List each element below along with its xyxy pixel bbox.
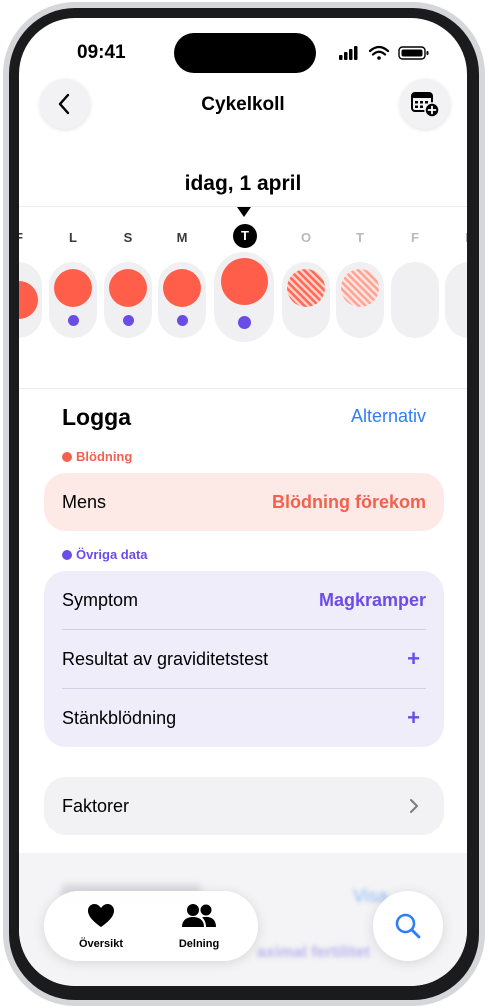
spotting-label: Stänkblödning — [62, 707, 177, 728]
day-letter: S — [123, 230, 133, 245]
day-cell[interactable] — [49, 262, 97, 338]
symptom-dot — [177, 315, 188, 326]
mens-label: Mens — [62, 491, 107, 512]
factors-row[interactable]: Faktorer — [62, 777, 426, 835]
divider — [19, 388, 467, 389]
search-button[interactable] — [373, 891, 443, 961]
period-dot — [163, 269, 201, 307]
day-letter: F — [411, 230, 419, 245]
today-indicator-icon — [237, 207, 251, 217]
factors-card[interactable]: Faktorer — [44, 777, 444, 835]
add-icon: + — [407, 705, 420, 730]
people-icon — [182, 904, 216, 927]
symptom-dot — [238, 316, 251, 329]
search-icon — [395, 913, 421, 939]
day-cell[interactable] — [282, 262, 330, 338]
period-dot — [221, 258, 268, 305]
mens-value: Blödning förekom — [272, 491, 426, 512]
day-cell[interactable] — [391, 262, 439, 338]
symptom-label: Symptom — [62, 590, 139, 610]
bleeding-category: Blödning — [62, 449, 132, 464]
tab-sharing[interactable]: Delning — [164, 903, 234, 950]
day-cell[interactable] — [336, 262, 384, 338]
day-letter: M — [176, 230, 188, 245]
other-data-dot — [62, 549, 72, 560]
pregnancy-test-row[interactable]: Resultat av graviditetstest + — [62, 630, 426, 688]
day-cell[interactable] — [19, 262, 42, 338]
screen: 09:41 Cykelkoll idag, 1 april L S M T O … — [19, 18, 467, 986]
symptom-value: Magkramper — [318, 590, 426, 610]
bleeding-dot — [62, 451, 72, 462]
wifi-icon — [368, 45, 390, 60]
status-icons — [339, 45, 429, 60]
log-title: Logga — [62, 404, 131, 430]
status-time: 09:41 — [77, 42, 126, 63]
calendar-button[interactable] — [400, 79, 450, 129]
mens-row[interactable]: Mens Blödning förekom — [62, 473, 426, 531]
factors-label: Faktorer — [62, 795, 130, 816]
bleeding-card[interactable]: Mens Blödning förekom — [44, 473, 444, 531]
chevron-right-icon — [410, 799, 418, 813]
tab-bar: Översikt Delning — [44, 891, 258, 961]
heart-icon — [88, 904, 114, 927]
options-link[interactable]: Alternativ — [351, 406, 426, 427]
predicted-period-dot — [287, 269, 325, 307]
day-cell-today[interactable] — [214, 252, 274, 342]
symptom-dot — [123, 315, 134, 326]
bleeding-category-label: Blödning — [76, 449, 133, 464]
other-data-category-label: Övriga data — [76, 547, 148, 562]
day-cell[interactable] — [104, 262, 152, 338]
period-dot — [109, 269, 147, 307]
pregnancy-test-label: Resultat av graviditetstest — [62, 648, 269, 669]
day-letter-today: T — [233, 224, 257, 248]
other-data-category: Övriga data — [62, 547, 148, 562]
other-data-card: Symptom Magkramper Resultat av gravidite… — [44, 571, 444, 747]
predicted-period-dot — [341, 269, 379, 307]
spotting-row[interactable]: Stänkblödning + — [62, 689, 426, 747]
symptom-dot — [68, 315, 79, 326]
day-letter: L — [454, 230, 467, 245]
tab-sharing-label: Delning — [178, 938, 220, 950]
period-dot — [54, 269, 92, 307]
day-letter: O — [300, 230, 312, 245]
tab-overview[interactable]: Översikt — [66, 903, 136, 950]
day-cell[interactable] — [445, 262, 467, 338]
day-letter: F — [19, 230, 34, 245]
signal-icon — [339, 46, 358, 60]
calendar-add-icon — [411, 92, 440, 118]
period-dot — [19, 281, 38, 319]
date-title: idag, 1 april — [184, 172, 302, 195]
tab-overview-label: Översikt — [78, 938, 124, 950]
dynamic-island — [174, 33, 316, 73]
day-letter: L — [69, 230, 77, 245]
battery-icon — [398, 46, 429, 60]
fertility-text: aximal fertilitet — [257, 944, 370, 961]
add-icon: + — [407, 646, 420, 671]
day-letter: T — [356, 230, 364, 245]
symptom-row[interactable]: Symptom Magkramper — [62, 571, 426, 630]
day-cell[interactable] — [158, 262, 206, 338]
